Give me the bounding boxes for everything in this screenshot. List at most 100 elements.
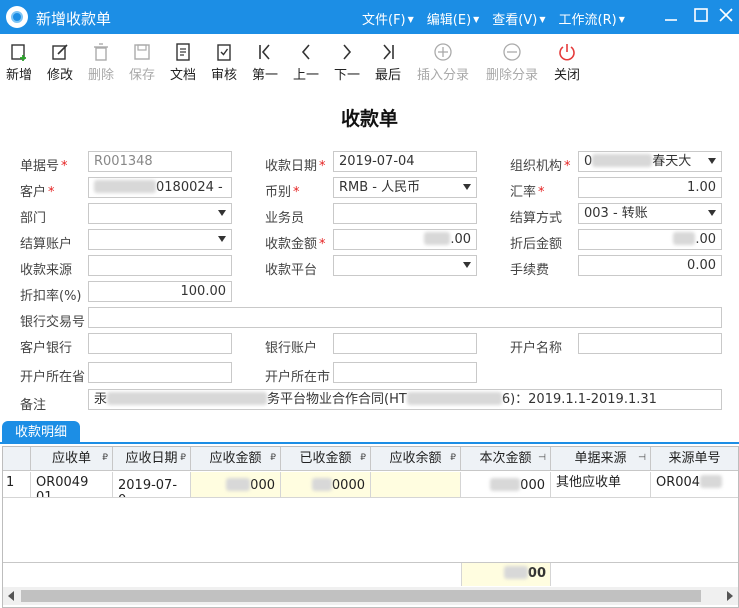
amount-field[interactable]: .00 — [333, 229, 477, 250]
source-field[interactable] — [88, 255, 232, 276]
cell-source[interactable]: 其他应收单 — [551, 472, 651, 498]
close-button[interactable]: 关闭 — [552, 42, 582, 83]
prev-record-button[interactable]: 上一 — [291, 42, 321, 83]
platform-select[interactable] — [333, 255, 477, 276]
menu-bar: 文件(F) ▼ 编辑(E) ▼ 查看(V) ▼ 工作流(R) ▼ — [362, 9, 625, 28]
org-select[interactable]: 0 春天大 — [578, 151, 722, 172]
customer-bank-field[interactable] — [88, 333, 232, 354]
discount-rate-label: 折扣率(%) — [20, 289, 82, 304]
fee-label: 手续费 — [510, 263, 550, 278]
pin-icon[interactable]: ⊣ — [638, 447, 646, 470]
scrollbar-thumb[interactable] — [21, 590, 701, 602]
col-header-ar-date[interactable]: 应收日期 ₽ — [113, 447, 191, 471]
settle-account-select[interactable] — [88, 229, 232, 250]
province-field[interactable] — [88, 362, 232, 383]
required-mark: * — [48, 185, 55, 200]
bank-txn-field[interactable] — [88, 307, 722, 328]
discounted-amount-field[interactable]: .00 — [578, 229, 722, 250]
col-header-ar-amount[interactable]: 应收金额 ₽ — [191, 447, 281, 471]
insert-row-button[interactable]: 插入分录 — [414, 42, 472, 83]
cell-ar-amount[interactable]: 000 — [191, 472, 281, 498]
pin-icon[interactable]: ₽ — [360, 447, 366, 470]
discount-rate-field[interactable]: 100.00 — [88, 281, 232, 302]
menu-edit[interactable]: 编辑(E) ▼ — [427, 9, 480, 28]
city-field[interactable] — [333, 362, 477, 383]
next-record-button[interactable]: 下一 — [332, 42, 362, 83]
window-title: 新增收款单 — [36, 10, 112, 28]
detail-grid: 应收单 ₽ 应收日期 ₽ 应收金额 ₽ 已收金额 ₽ 应收余额 ₽ 本次金额 ⊣ 单据来源 ⊣… — [2, 446, 739, 608]
doc-no-label: 单据号 * — [20, 159, 68, 174]
receipt-date-field[interactable]: 2019-07-04 — [333, 151, 477, 172]
cell-received[interactable]: 0000 — [281, 472, 371, 498]
pin-icon[interactable]: ₽ — [102, 447, 108, 470]
approve-button[interactable]: 审核 — [209, 42, 239, 83]
cell-ar-no[interactable]: OR0049 01 — [31, 472, 113, 498]
col-header-source-no[interactable]: 来源单号 — [651, 447, 738, 471]
customer-bank-label: 客户银行 — [20, 341, 73, 356]
dept-select[interactable] — [88, 203, 232, 224]
minimize-button[interactable] — [660, 6, 682, 28]
platform-label: 收款平台 — [265, 263, 318, 278]
edit-button[interactable]: 修改 — [45, 42, 75, 83]
horizontal-scrollbar[interactable] — [3, 587, 738, 605]
fee-field[interactable]: 0.00 — [578, 255, 722, 276]
delete-button[interactable]: 删除 — [86, 42, 116, 83]
maximize-button[interactable] — [690, 6, 712, 28]
col-header-balance[interactable]: 应收余额 ₽ — [371, 447, 461, 471]
required-mark: * — [538, 185, 545, 200]
add-button[interactable]: 新增 — [4, 42, 34, 83]
redacted-text — [226, 478, 251, 491]
rate-field[interactable]: 1.00 — [578, 177, 722, 198]
document-icon — [168, 42, 198, 64]
menu-view[interactable]: 查看(V) ▼ — [492, 9, 545, 28]
save-icon — [127, 42, 157, 64]
add-doc-icon — [4, 42, 34, 64]
document-button[interactable]: 文档 — [168, 42, 198, 83]
salesman-field[interactable] — [333, 203, 477, 224]
bank-account-field[interactable] — [333, 333, 477, 354]
currency-select[interactable]: RMB - 人民币 — [333, 177, 477, 198]
dropdown-arrow-icon — [218, 210, 226, 216]
col-header-ar-no[interactable]: 应收单 ₽ — [31, 447, 113, 471]
redacted-text — [592, 154, 653, 167]
cell-ar-date[interactable]: 2019-07-0 — [113, 472, 191, 498]
doc-no-field[interactable]: R001348 — [88, 151, 232, 172]
menu-workflow[interactable]: 工作流(R) ▼ — [559, 9, 625, 28]
remark-field[interactable]: 汞务平台物业合作合同(HT 6)：2019.1.1-2019.1.31 — [88, 389, 722, 410]
menu-file[interactable]: 文件(F) ▼ — [362, 9, 414, 28]
total-current: 00 — [461, 563, 551, 586]
province-label: 开户所在省 — [20, 370, 86, 385]
cell-current[interactable]: 000 — [461, 472, 551, 498]
dropdown-arrow-icon — [463, 262, 471, 268]
bank-txn-label: 银行交易号 — [20, 315, 86, 330]
redacted-text — [700, 475, 723, 488]
rate-label: 汇率 * — [510, 185, 545, 200]
last-record-button[interactable]: 最后 — [373, 42, 403, 83]
dropdown-arrow-icon — [708, 158, 716, 164]
chevron-down-icon: ▼ — [407, 15, 414, 24]
last-icon — [373, 42, 403, 64]
customer-field[interactable]: 0180024 - — [88, 177, 232, 198]
required-mark: * — [564, 159, 571, 174]
settle-method-select[interactable]: 003 - 转账 — [578, 203, 722, 224]
account-name-field[interactable] — [578, 333, 722, 354]
col-header-received[interactable]: 已收金额 ₽ — [281, 447, 371, 471]
delete-row-icon — [483, 42, 541, 64]
cell-source-no[interactable]: OR004 — [651, 472, 738, 498]
scroll-right-icon[interactable] — [727, 591, 733, 601]
cell-balance[interactable] — [371, 472, 461, 498]
redacted-text — [94, 180, 156, 193]
pin-icon[interactable]: ₽ — [180, 447, 186, 470]
col-header-source[interactable]: 单据来源 ⊣ — [551, 447, 651, 471]
tab-receipt-detail[interactable]: 收款明细 — [2, 421, 80, 444]
close-window-button[interactable] — [715, 6, 737, 28]
scroll-left-icon[interactable] — [8, 591, 14, 601]
pin-icon[interactable]: ₽ — [270, 447, 276, 470]
pin-icon[interactable]: ⊣ — [538, 447, 546, 470]
pin-icon[interactable]: ₽ — [450, 447, 456, 470]
save-button[interactable]: 保存 — [127, 42, 157, 83]
first-record-button[interactable]: 第一 — [250, 42, 280, 83]
delete-row-button[interactable]: 删除分录 — [483, 42, 541, 83]
col-header-current[interactable]: 本次金额 ⊣ — [461, 447, 551, 471]
form-title: 收款单 — [340, 108, 398, 130]
